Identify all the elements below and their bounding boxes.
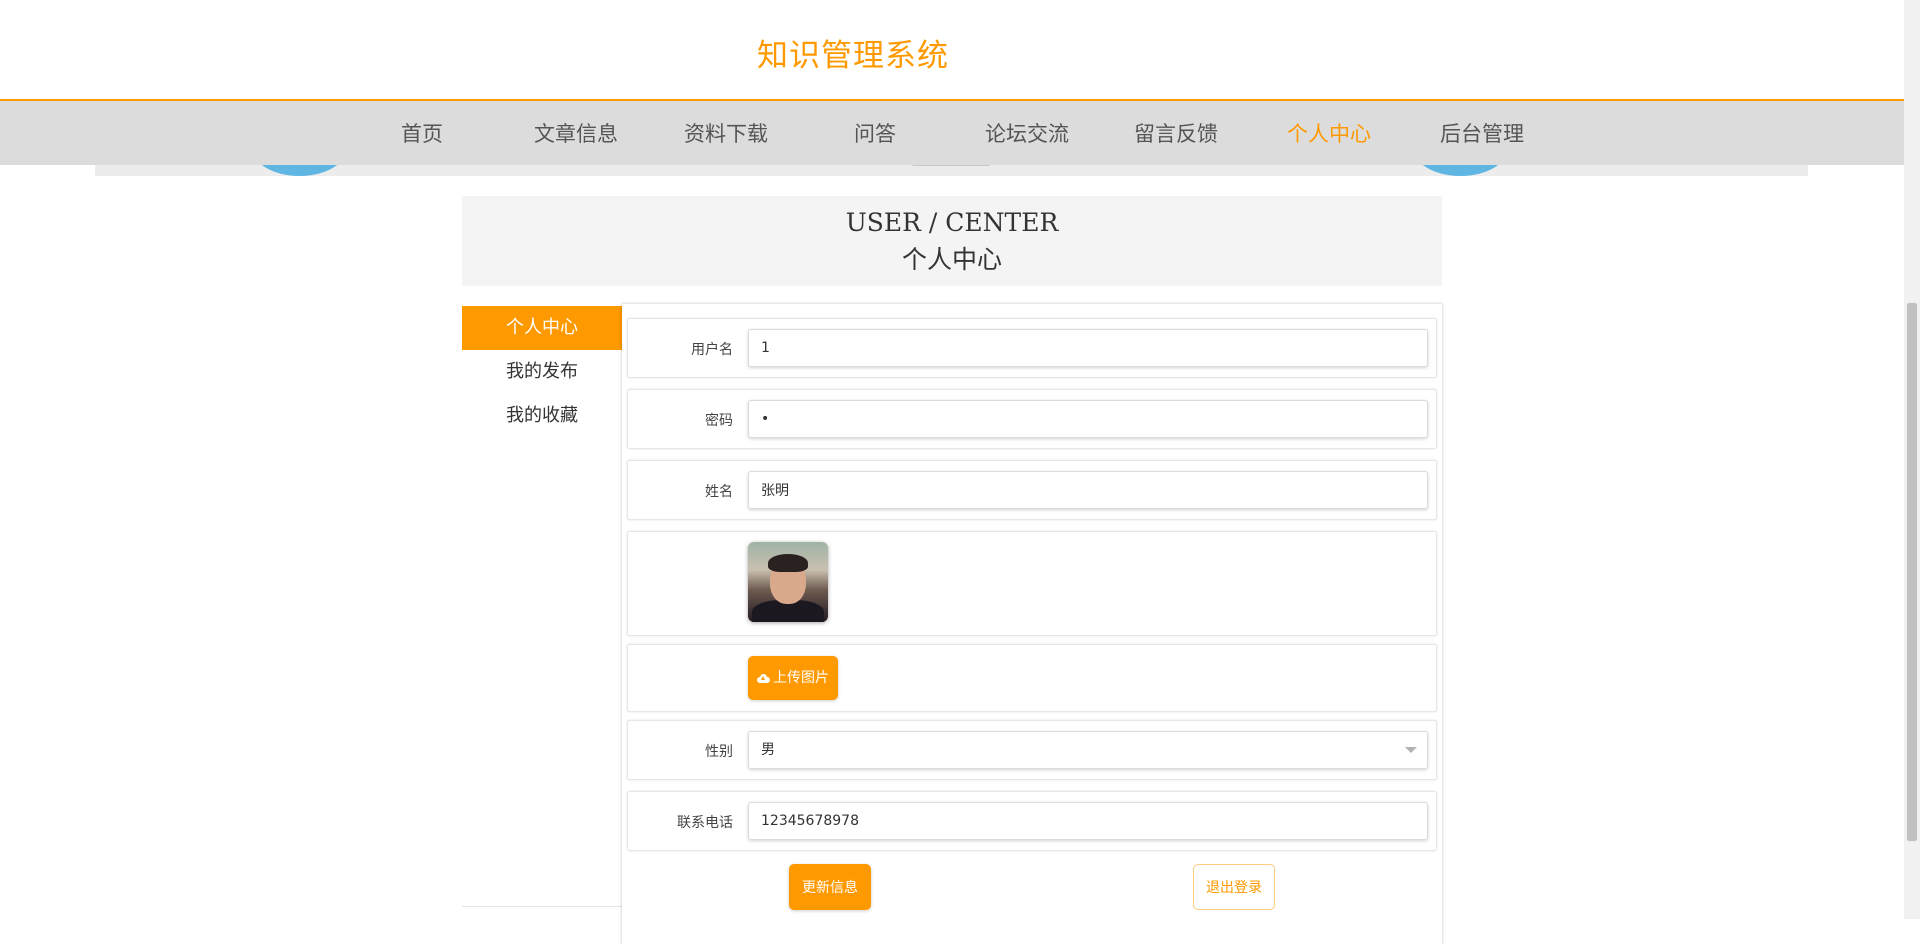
name-label: 姓名 bbox=[705, 484, 733, 500]
gender-select[interactable]: 男 bbox=[748, 731, 1428, 769]
password-row: 密码 • bbox=[627, 389, 1437, 449]
side-menu: 个人中心 我的发布 我的收藏 bbox=[462, 306, 623, 907]
avatar-row bbox=[627, 531, 1437, 636]
nav-item-qa[interactable]: 问答 bbox=[854, 118, 896, 148]
nav-item-admin[interactable]: 后台管理 bbox=[1440, 118, 1524, 148]
chevron-down-icon bbox=[1405, 747, 1417, 753]
side-item-my-posts[interactable]: 我的发布 bbox=[462, 350, 622, 394]
username-input[interactable] bbox=[748, 329, 1428, 367]
nav-item-home[interactable]: 首页 bbox=[401, 118, 443, 148]
name-input[interactable] bbox=[748, 471, 1428, 509]
upload-image-button[interactable]: 上传图片 bbox=[748, 656, 838, 700]
scrollbar-thumb[interactable] bbox=[1907, 303, 1917, 841]
phone-row: 联系电话 bbox=[627, 791, 1437, 851]
main-nav: 首页 文章信息 资料下载 问答 论坛交流 留言反馈 个人中心 后台管理 bbox=[0, 101, 1904, 165]
page-scrollbar[interactable] bbox=[1904, 0, 1920, 919]
cloud-upload-icon bbox=[757, 674, 770, 683]
nav-item-feedback[interactable]: 留言反馈 bbox=[1134, 118, 1218, 148]
name-row: 姓名 bbox=[627, 460, 1437, 520]
logout-button[interactable]: 退出登录 bbox=[1193, 864, 1275, 910]
site-title: 知识管理系统 bbox=[757, 38, 949, 74]
update-info-button[interactable]: 更新信息 bbox=[789, 864, 871, 910]
nav-item-forum[interactable]: 论坛交流 bbox=[985, 118, 1069, 148]
nav-item-articles[interactable]: 文章信息 bbox=[534, 118, 618, 148]
upload-button-label: 上传图片 bbox=[773, 670, 829, 686]
username-label: 用户名 bbox=[691, 342, 733, 358]
gender-select-value: 男 bbox=[761, 742, 775, 758]
side-item-user-center[interactable]: 个人中心 bbox=[462, 306, 622, 350]
password-label: 密码 bbox=[705, 413, 733, 429]
gender-label: 性别 bbox=[705, 744, 733, 760]
username-row: 用户名 bbox=[627, 318, 1437, 378]
side-item-my-favorites[interactable]: 我的收藏 bbox=[462, 394, 622, 438]
page-title-block: USER / CENTER 个人中心 bbox=[462, 196, 1442, 286]
password-input[interactable]: • bbox=[748, 400, 1428, 438]
page-title-en: USER / CENTER bbox=[845, 208, 1059, 237]
phone-input[interactable] bbox=[748, 802, 1428, 840]
nav-item-user-center[interactable]: 个人中心 bbox=[1287, 118, 1371, 148]
avatar-image bbox=[748, 542, 828, 622]
phone-label: 联系电话 bbox=[677, 815, 733, 831]
upload-row: 上传图片 bbox=[627, 644, 1437, 712]
profile-form: 用户名 密码 • 姓名 上传图片 性别 男 联系电话 更新信息 退出登录 bbox=[622, 304, 1442, 944]
page-title-cn: 个人中心 bbox=[901, 245, 1002, 274]
nav-item-downloads[interactable]: 资料下载 bbox=[684, 118, 768, 148]
gender-row: 性别 男 bbox=[627, 720, 1437, 780]
